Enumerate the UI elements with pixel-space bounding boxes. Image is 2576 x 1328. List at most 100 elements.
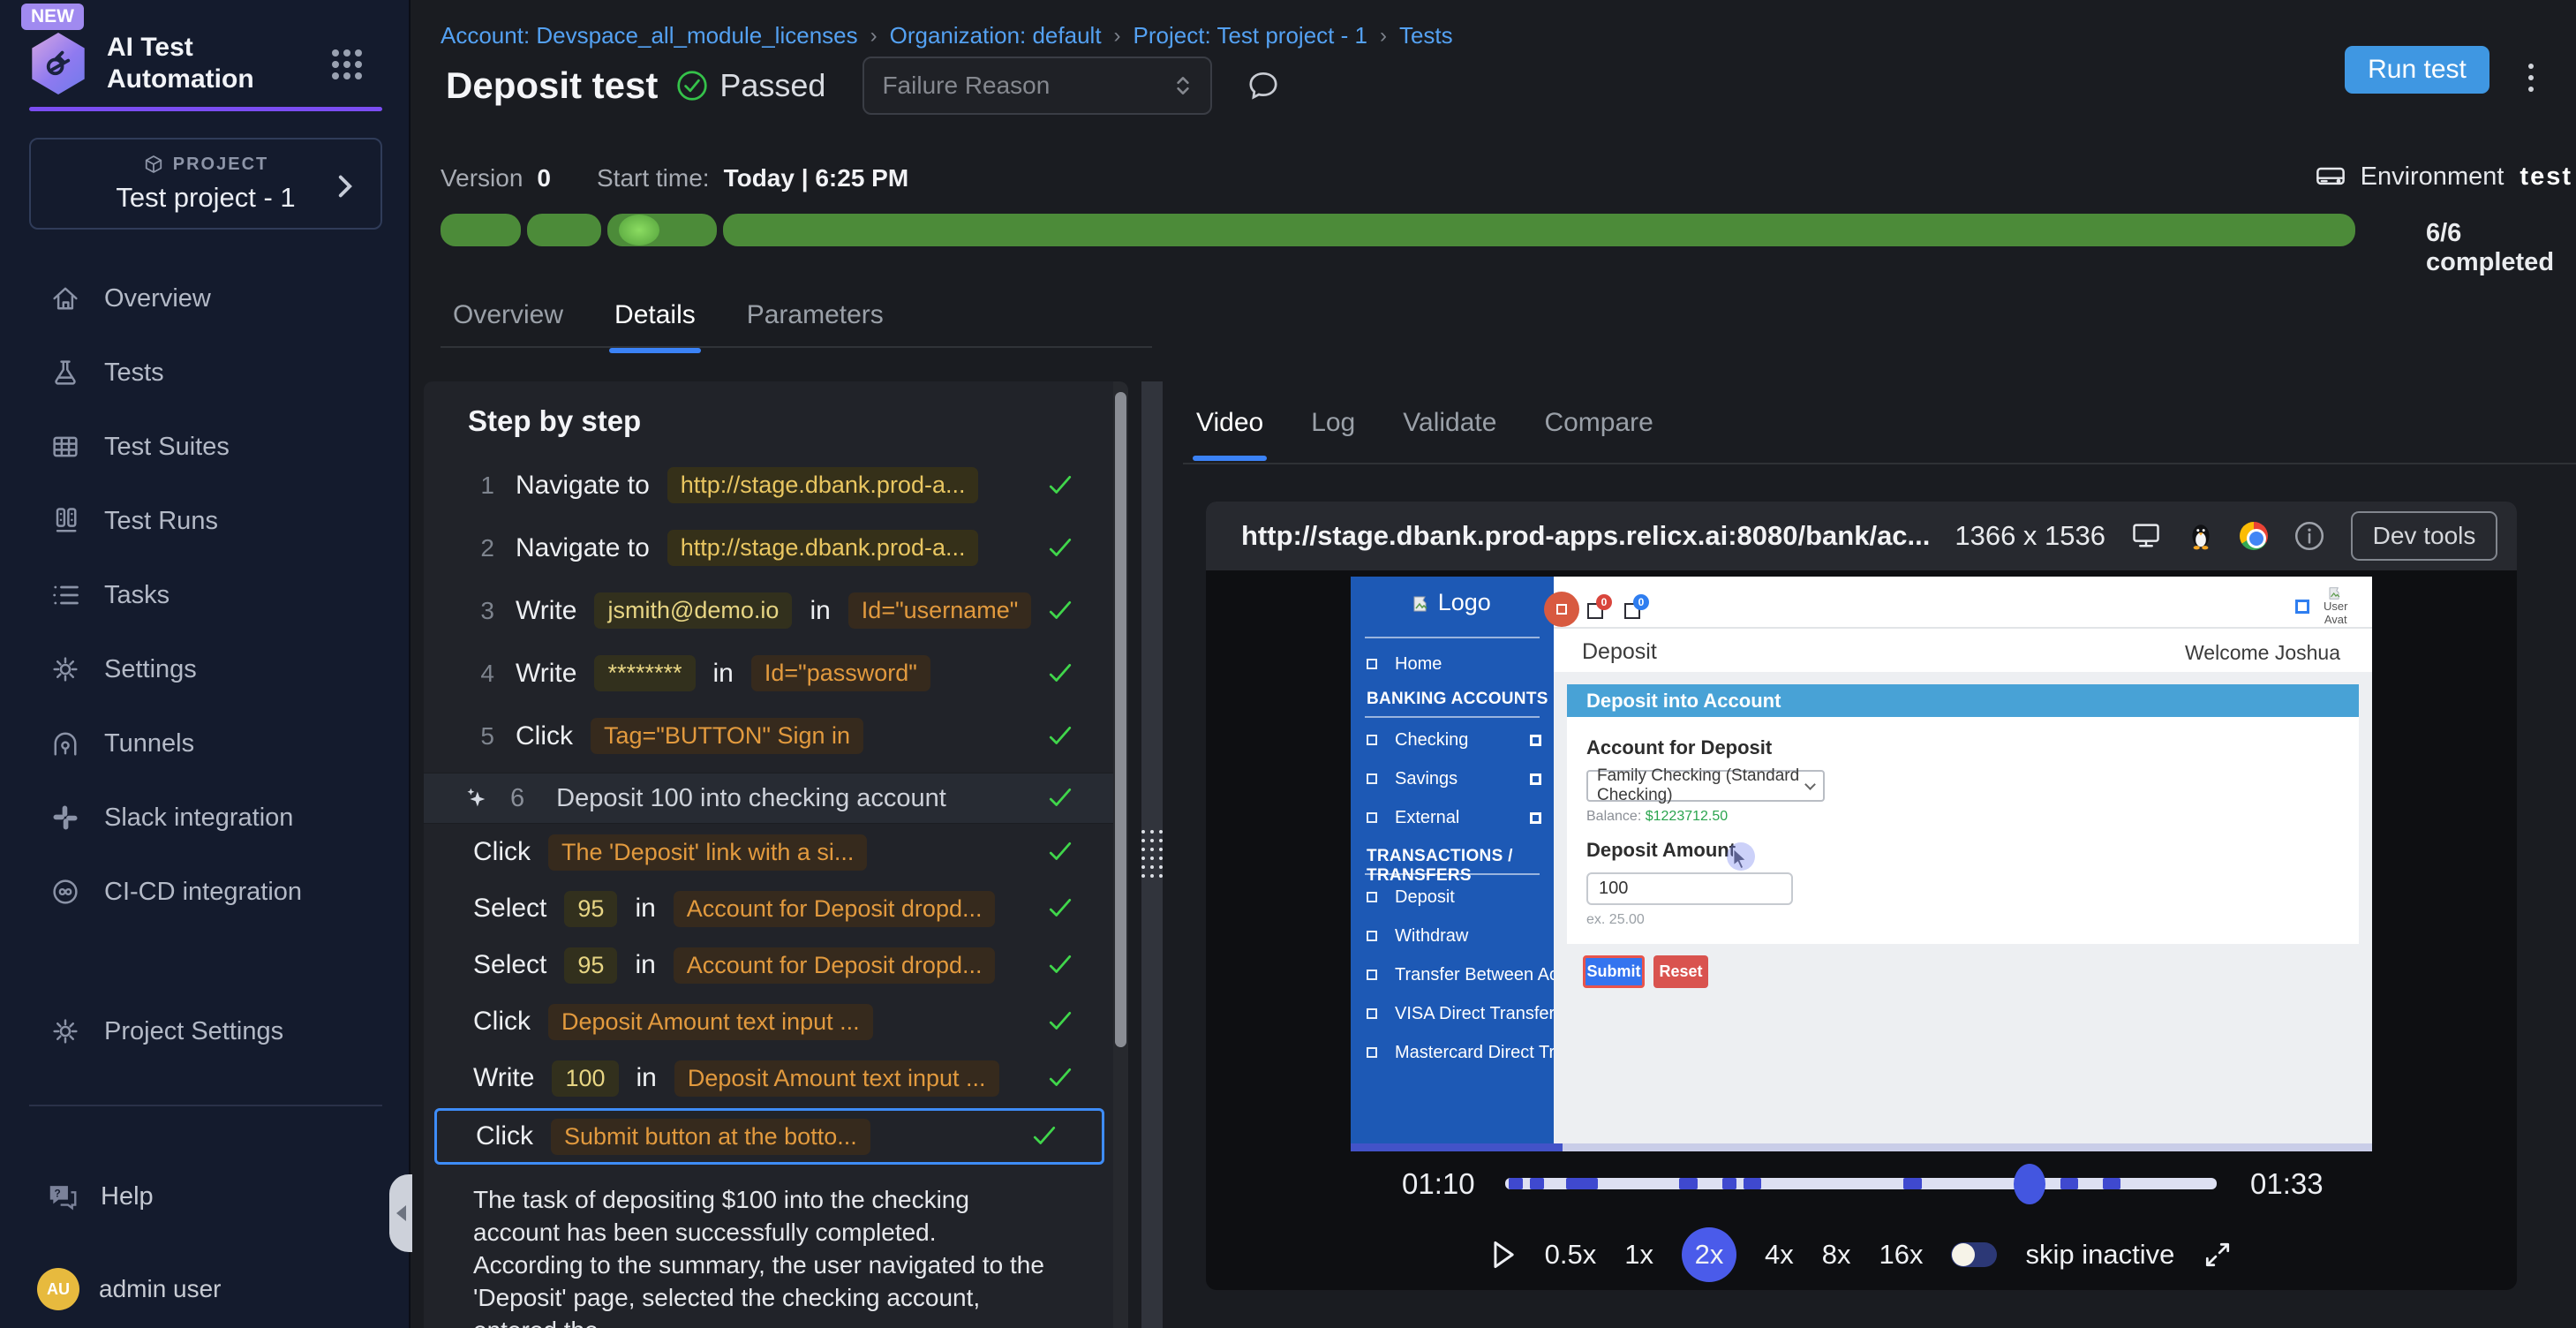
bank-user-avatar-broken[interactable]: User Avat xyxy=(2324,585,2347,626)
step-row[interactable]: 4 Write ******** in Id="password" xyxy=(424,642,1128,705)
substep-row[interactable]: Select 95 in Account for Deposit dropd..… xyxy=(424,880,1128,937)
progress-segment[interactable] xyxy=(527,214,601,246)
speed-1x[interactable]: 1x xyxy=(1624,1239,1653,1271)
breadcrumb-organization[interactable]: Organization: default xyxy=(890,22,1102,49)
bank-nav-deposit[interactable]: Deposit xyxy=(1351,882,1554,912)
substep-row[interactable]: Click Deposit Amount text input ... xyxy=(424,993,1128,1050)
scrollbar-thumb[interactable] xyxy=(1351,1143,1563,1151)
sidebar-item-tunnels[interactable]: Tunnels xyxy=(0,706,411,781)
sidebar-collapse-handle[interactable] xyxy=(389,1174,412,1252)
sidebar-item-project-settings[interactable]: Project Settings xyxy=(0,994,411,1068)
panel-resize-divider[interactable] xyxy=(1141,381,1163,1328)
step-row[interactable]: 3 Write jsmith@demo.io in Id="username" xyxy=(424,579,1128,642)
tab-details[interactable]: Details xyxy=(614,300,696,350)
blue-square-icon[interactable] xyxy=(2295,600,2309,614)
checkbox-icon[interactable] xyxy=(1530,773,1541,785)
bank-nav-withdraw[interactable]: Withdraw xyxy=(1351,921,1554,951)
check-icon xyxy=(1047,1065,1073,1091)
timeline-track[interactable] xyxy=(1505,1178,2217,1189)
app-logo[interactable]: AI Test Automation xyxy=(29,32,310,95)
tab-video[interactable]: Video xyxy=(1196,408,1263,438)
checkbox-icon xyxy=(1367,659,1377,669)
dev-tools-button[interactable]: Dev tools xyxy=(2351,511,2497,561)
speed-0-5x[interactable]: 0.5x xyxy=(1545,1239,1597,1271)
sidebar-item-help[interactable]: ? Help xyxy=(46,1166,154,1227)
play-icon[interactable] xyxy=(1490,1240,1517,1270)
progress-segment[interactable] xyxy=(607,214,717,246)
comment-bubble-icon[interactable] xyxy=(1246,68,1281,103)
substep-row[interactable]: Click The 'Deposit' link with a si... xyxy=(424,824,1128,880)
substep-row[interactable]: Select 95 in Account for Deposit dropd..… xyxy=(424,937,1128,993)
sidebar-item-tasks[interactable]: Tasks xyxy=(0,558,411,632)
bank-logo[interactable]: Logo xyxy=(1351,589,1554,616)
substep-row[interactable]: Write 100 in Deposit Amount text input .… xyxy=(424,1050,1128,1106)
tab-log[interactable]: Log xyxy=(1311,408,1355,438)
bank-nav-savings[interactable]: Savings xyxy=(1351,764,1554,794)
step-progress-bar[interactable] xyxy=(441,214,2355,246)
more-menu-icon[interactable] xyxy=(2518,53,2544,102)
checkbox-icon[interactable] xyxy=(1530,812,1541,824)
sidebar-item-test-runs[interactable]: Test Runs xyxy=(0,484,411,558)
project-selector[interactable]: PROJECT Test project - 1 xyxy=(29,138,382,230)
video-viewport[interactable]: Logo Home BANKING ACCOUNTS Checking Savi… xyxy=(1206,570,2517,1151)
sidebar-item-test-suites[interactable]: Test Suites xyxy=(0,410,411,484)
step-row[interactable]: 2 Navigate to http://stage.dbank.prod-a.… xyxy=(424,517,1128,579)
tab-compare[interactable]: Compare xyxy=(1544,408,1653,438)
bank-nav-transfer[interactable]: Transfer Between Accounts xyxy=(1351,960,1554,990)
progress-segment[interactable] xyxy=(441,214,521,246)
steps-scrollbar[interactable] xyxy=(1113,381,1128,1328)
bank-submit-button[interactable]: Submit xyxy=(1583,955,1645,988)
step-group-row[interactable]: 6 Deposit 100 into checking account xyxy=(424,773,1128,824)
step-row[interactable]: 1 Navigate to http://stage.dbank.prod-a.… xyxy=(424,454,1128,517)
sidebar-item-cicd-integration[interactable]: CI-CD integration xyxy=(0,855,411,929)
bank-nav-external[interactable]: External xyxy=(1351,803,1554,833)
breadcrumb-tests[interactable]: Tests xyxy=(1399,22,1453,49)
bank-horizontal-scrollbar[interactable] xyxy=(1351,1143,2372,1151)
bank-nav-home[interactable]: Home xyxy=(1351,649,1554,679)
tab-validate[interactable]: Validate xyxy=(1403,408,1496,438)
value-chip: jsmith@demo.io xyxy=(594,592,792,629)
sidebar-item-settings[interactable]: Settings xyxy=(0,632,411,706)
mouse-cursor-icon xyxy=(1730,848,1766,883)
value-chip: 95 xyxy=(564,947,617,984)
chrome-icon xyxy=(2240,522,2268,550)
speed-4x[interactable]: 4x xyxy=(1765,1239,1794,1271)
step-row[interactable]: 5 Click Tag="BUTTON" Sign in xyxy=(424,705,1128,767)
speed-8x[interactable]: 8x xyxy=(1822,1239,1851,1271)
timeline-thumb[interactable] xyxy=(2014,1164,2045,1204)
breadcrumb-project[interactable]: Project: Test project - 1 xyxy=(1134,22,1367,49)
user-avatar: AU xyxy=(37,1268,79,1310)
progress-segment[interactable] xyxy=(723,214,2355,246)
check-icon xyxy=(1047,952,1073,978)
skip-inactive-toggle[interactable] xyxy=(1951,1242,1997,1267)
window-icon[interactable]: 0 xyxy=(1624,603,1640,619)
project-name: Test project - 1 xyxy=(31,182,380,214)
breadcrumb-account[interactable]: Account: Devspace_all_module_licenses xyxy=(441,22,858,49)
tab-overview[interactable]: Overview xyxy=(453,300,563,350)
failure-reason-select[interactable]: Failure Reason xyxy=(862,57,1212,115)
app-title: AI Test Automation xyxy=(107,32,310,95)
substep-row-selected[interactable]: Click Submit button at the botto... xyxy=(434,1108,1104,1165)
fullscreen-icon[interactable] xyxy=(2203,1240,2233,1270)
account-for-deposit-select[interactable]: Family Checking (Standard Checking) xyxy=(1586,770,1825,802)
info-icon[interactable] xyxy=(2293,519,2326,553)
scrollbar-thumb[interactable] xyxy=(1115,392,1126,1047)
window-icon[interactable]: 0 xyxy=(1587,603,1603,619)
speed-16x[interactable]: 16x xyxy=(1879,1239,1924,1271)
status-badge: Passed xyxy=(719,67,825,104)
tab-parameters[interactable]: Parameters xyxy=(747,300,884,350)
sidebar-item-overview[interactable]: Overview xyxy=(0,261,411,336)
sidebar-item-slack-integration[interactable]: Slack integration xyxy=(0,781,411,855)
sidebar-item-tests[interactable]: Tests xyxy=(0,336,411,410)
run-test-button[interactable]: Run test xyxy=(2345,46,2489,94)
bank-nav-visa[interactable]: VISA Direct Transfer xyxy=(1351,999,1554,1029)
user-menu[interactable]: AU admin user xyxy=(37,1268,222,1310)
checkbox-icon[interactable] xyxy=(1530,735,1541,746)
drag-handle-icon[interactable] xyxy=(1141,830,1163,878)
bank-nav-checking[interactable]: Checking xyxy=(1351,725,1554,755)
check-icon xyxy=(1047,1008,1073,1035)
speed-2x-active[interactable]: 2x xyxy=(1682,1227,1736,1282)
bank-nav-mastercard[interactable]: Mastercard Direct Transfer xyxy=(1351,1038,1554,1068)
app-switcher-icon[interactable] xyxy=(332,49,362,79)
bank-reset-button[interactable]: Reset xyxy=(1653,955,1708,988)
